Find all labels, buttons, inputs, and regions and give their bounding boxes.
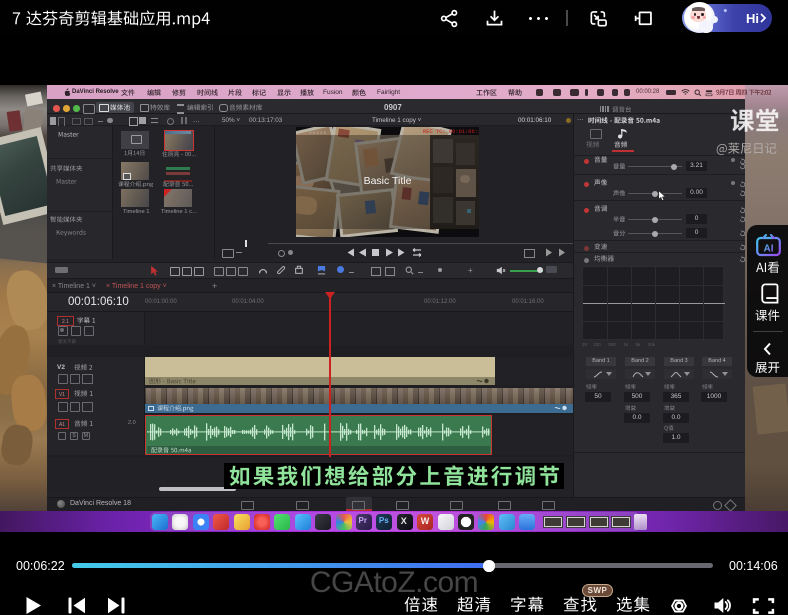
- svg-text:AI: AI: [764, 244, 774, 255]
